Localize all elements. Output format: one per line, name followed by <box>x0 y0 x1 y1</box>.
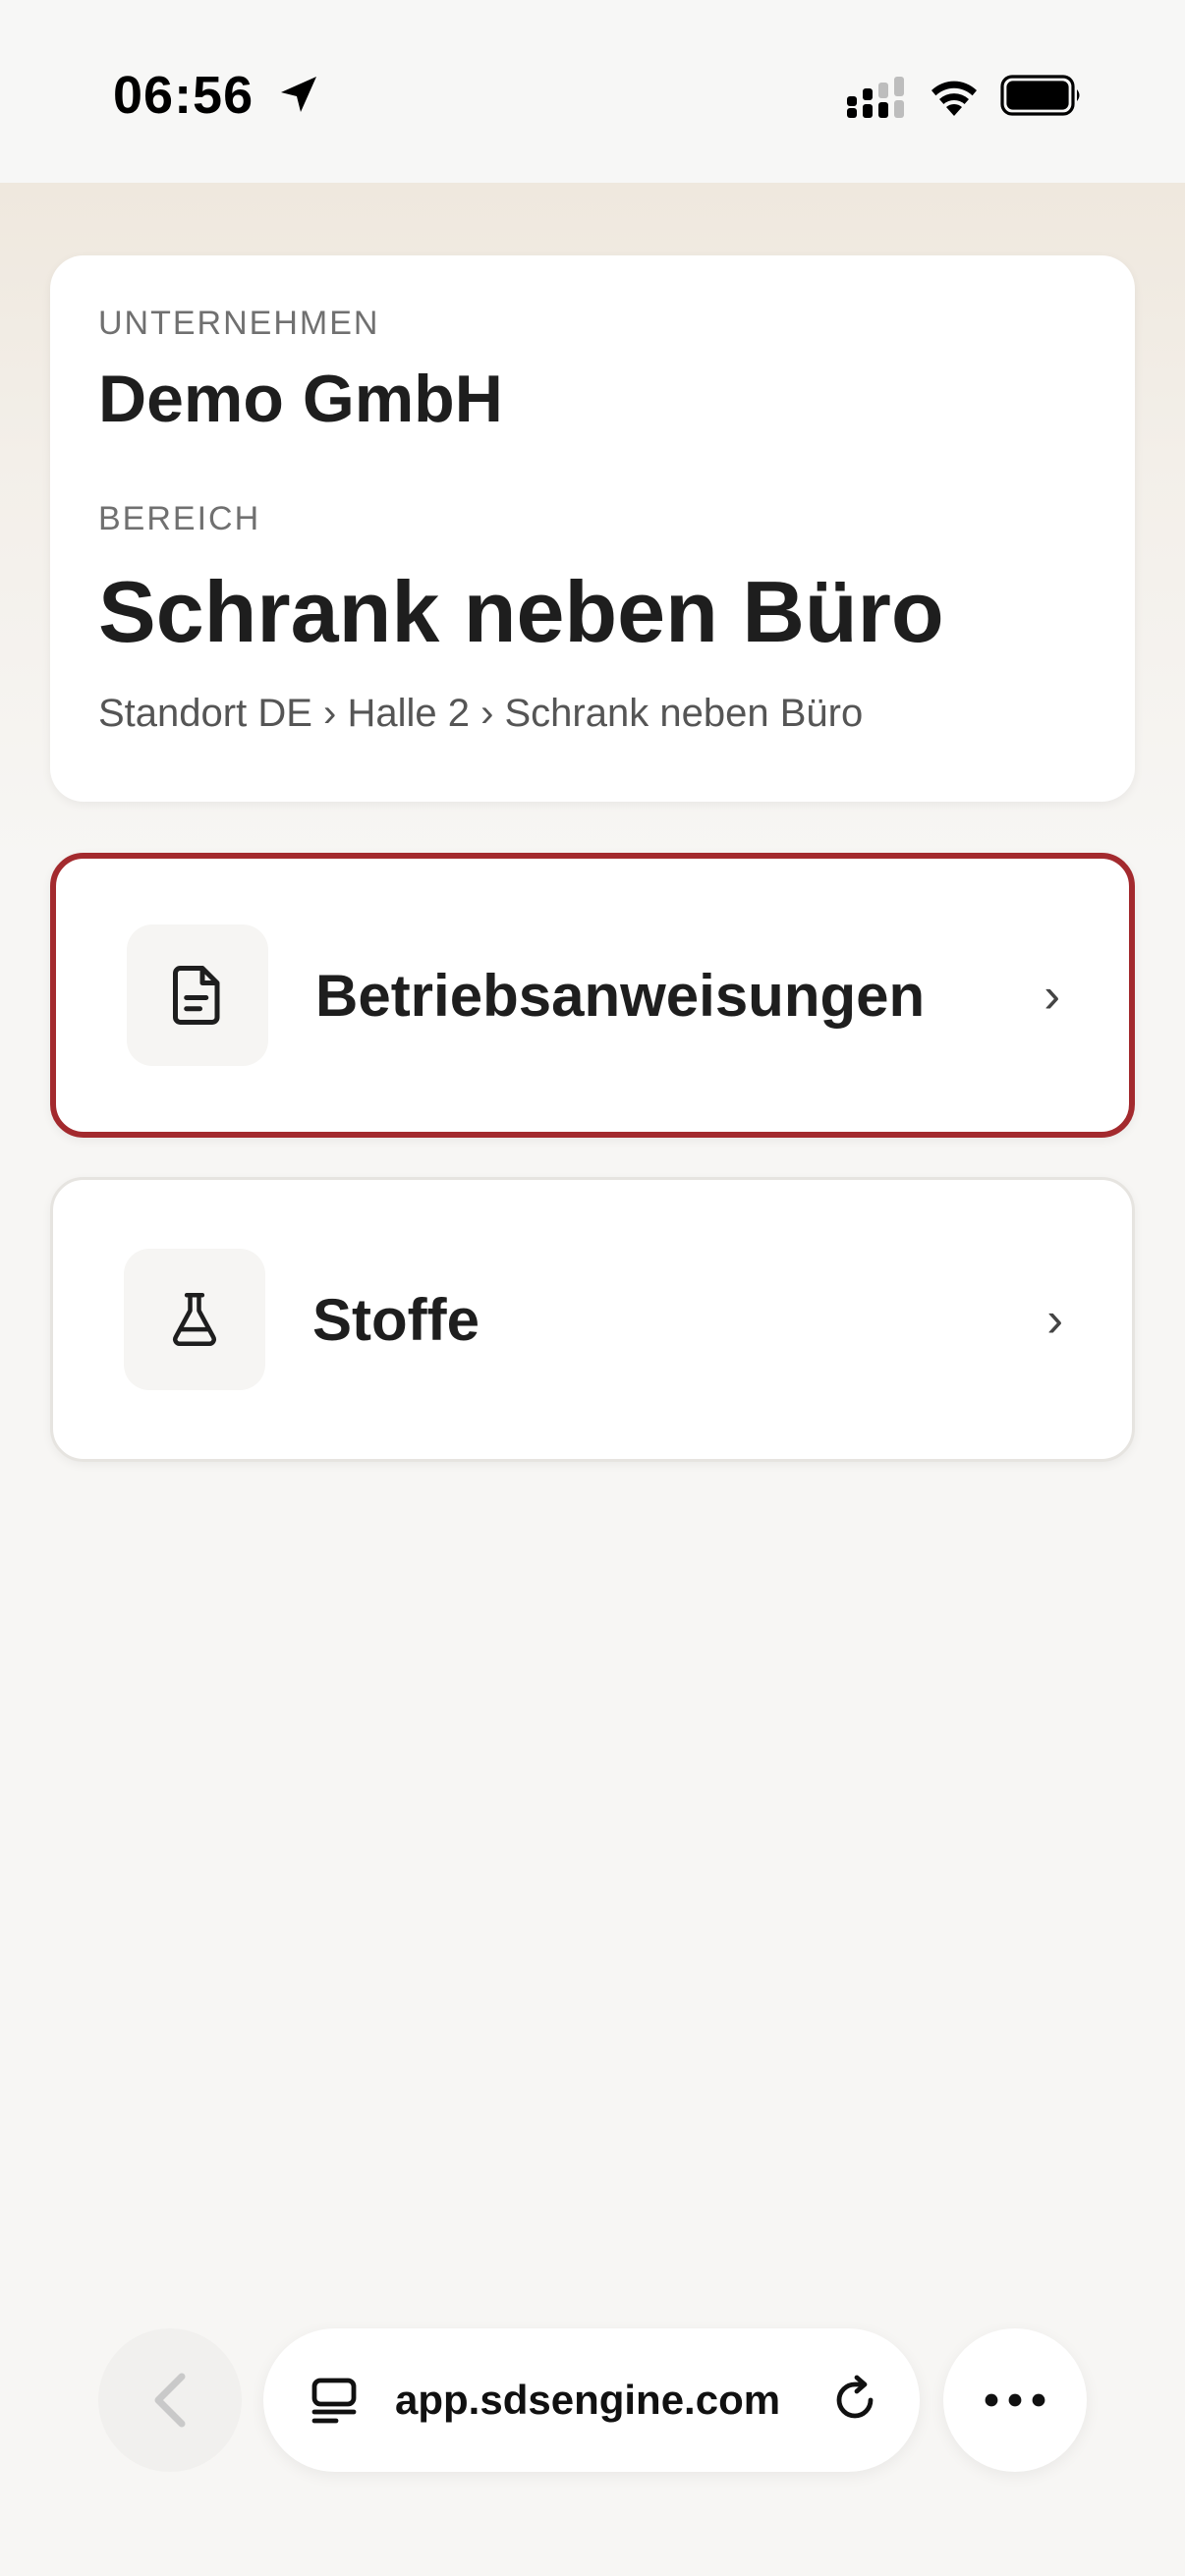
nav-item-betriebsanweisungen[interactable]: Betriebsanweisungen › <box>50 853 1135 1138</box>
back-button[interactable] <box>98 2328 242 2472</box>
breadcrumb: Standort DE › Halle 2 › Schrank neben Bü… <box>98 692 864 735</box>
wifi-icon <box>931 81 977 116</box>
page-tab-icon <box>311 2378 357 2424</box>
document-icon <box>173 966 220 1025</box>
document-icon-tile <box>127 924 268 1066</box>
status-time: 06:56 <box>113 66 254 125</box>
more-icon <box>985 2393 1045 2407</box>
status-bar: 06:56 <box>0 0 1185 183</box>
reload-icon[interactable] <box>829 2375 880 2426</box>
flask-icon-tile <box>124 1249 265 1390</box>
area-name: Schrank neben Büro <box>98 563 944 660</box>
flask-icon <box>173 1293 216 1346</box>
company-name: Demo GmbH <box>98 362 503 436</box>
area-label: BEREICH <box>98 500 261 537</box>
chevron-right-icon: › <box>1044 968 1060 1023</box>
nav-item-label: Stoffe <box>312 1286 480 1353</box>
location-info-card: UNTERNEHMEN Demo GmbH BEREICH Schrank ne… <box>50 255 1135 802</box>
cellular-signal-icon <box>847 77 904 118</box>
more-button[interactable] <box>943 2328 1087 2472</box>
back-chevron-icon <box>154 2373 186 2428</box>
nav-item-stoffe[interactable]: Stoffe › <box>50 1177 1135 1462</box>
battery-icon <box>1000 75 1080 116</box>
company-label: UNTERNEHMEN <box>98 305 380 342</box>
browser-toolbar: app.sdsengine.com <box>0 2328 1185 2486</box>
address-bar[interactable]: app.sdsengine.com <box>263 2328 920 2472</box>
chevron-right-icon: › <box>1046 1292 1063 1347</box>
nav-item-label: Betriebsanweisungen <box>315 962 926 1029</box>
location-arrow-icon <box>281 77 316 112</box>
url-text: app.sdsengine.com <box>395 2377 781 2423</box>
